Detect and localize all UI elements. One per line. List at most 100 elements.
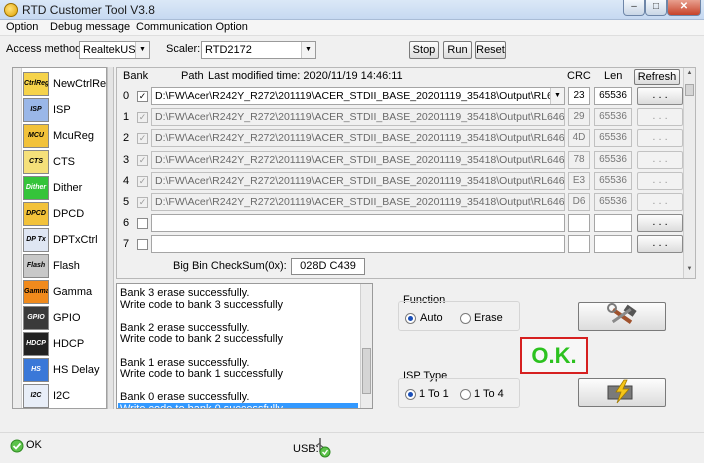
sidebar-item-label: HS Delay xyxy=(53,364,100,376)
bank-browse-button[interactable]: . . . xyxy=(637,214,683,233)
bank-browse-button: . . . xyxy=(637,108,683,127)
sidebar-item-gamma[interactable]: Gamma Gamma xyxy=(23,279,106,305)
sidebar-item-hdcp[interactable]: HDCP HDCP xyxy=(23,331,106,357)
sidebar-item-label: NewCtrlReg xyxy=(53,78,107,90)
hdcp-icon: HDCP xyxy=(23,332,49,356)
menu-bar: Option Debug message Communication Optio… xyxy=(0,20,704,36)
bank-path-field[interactable] xyxy=(151,235,565,254)
dither-icon: Dither xyxy=(23,176,49,200)
minimize-button[interactable]: – xyxy=(623,0,645,16)
function-auto-label: Auto xyxy=(420,312,443,324)
bank-number: 6 xyxy=(123,217,130,230)
bank-len-field: 65536 xyxy=(594,193,632,211)
refresh-button[interactable]: Refresh xyxy=(634,69,680,85)
bank-checkbox[interactable] xyxy=(137,239,148,251)
bank-path-field[interactable] xyxy=(151,214,565,233)
log-line[interactable]: Bank 1 erase successfully. xyxy=(120,357,249,369)
status-bar: OK USB: xyxy=(0,432,704,463)
menu-debug-message[interactable]: Debug message xyxy=(50,21,130,33)
sidebar-item-isp[interactable]: ISP ISP xyxy=(23,97,106,123)
ok-check-icon xyxy=(10,439,24,453)
bank-checkbox[interactable] xyxy=(137,218,148,230)
sidebar-item-hs-delay[interactable]: HS Delay HS Delay xyxy=(23,357,106,383)
log-line[interactable]: Write code to bank 0 successfully xyxy=(118,403,358,408)
access-method-select[interactable]: RealtekUSB ▼ xyxy=(79,41,150,59)
bank-path-field[interactable]: D:\FW\Acer\R242Y_R272\201119\ACER_STDII_… xyxy=(151,87,565,105)
log-line[interactable]: Write code to bank 1 successfully xyxy=(120,368,283,380)
bank-checkbox: ✓ xyxy=(137,197,148,208)
maximize-button[interactable]: □ xyxy=(645,0,667,16)
bank-number: 3 xyxy=(123,153,130,166)
sidebar-splitter[interactable] xyxy=(107,67,114,409)
bank-browse-button[interactable]: . . . xyxy=(637,87,683,105)
reset-button[interactable]: Reset xyxy=(475,41,506,59)
len-header: Len xyxy=(604,70,623,82)
bank-path-field: D:\FW\Acer\R242Y_R272\201119\ACER_STDII_… xyxy=(151,193,565,211)
window-title: RTD Customer Tool V3.8 xyxy=(22,3,155,17)
scaler-select[interactable]: RTD2172 ▼ xyxy=(201,41,316,59)
hammer-wrench-icon xyxy=(607,303,637,324)
sidebar-item-label: CTS xyxy=(53,156,75,168)
sidebar-item-mcureg[interactable]: MCU McuReg xyxy=(23,123,106,149)
sidebar-item-dpcd[interactable]: DPCD DPCD xyxy=(23,201,106,227)
bank-number: 4 xyxy=(123,174,130,187)
bank-len-field: 65536 xyxy=(594,87,632,105)
bank-len-field: 65536 xyxy=(594,129,632,148)
bank-browse-button[interactable]: . . . xyxy=(637,235,683,254)
sidebar-item-flash[interactable]: Flash Flash xyxy=(23,253,106,279)
bank-panel-scrollbar[interactable]: ▲ ▼ xyxy=(683,68,695,278)
tools-button[interactable] xyxy=(578,302,666,331)
log-line[interactable]: Write code to bank 2 successfully xyxy=(120,333,283,345)
chevron-down-icon: ▼ xyxy=(135,42,149,58)
sidebar-item-cts[interactable]: CTS CTS xyxy=(23,149,106,175)
log-line[interactable]: Write code to bank 3 successfully xyxy=(120,299,283,311)
log-line[interactable]: Bank 3 erase successfully. xyxy=(120,287,249,299)
bank-crc-field: D6 xyxy=(568,193,590,211)
sidebar-item-i2c[interactable]: I2C I2C xyxy=(23,383,106,408)
path-header: Path xyxy=(181,70,204,82)
bank-header: Bank xyxy=(123,70,149,82)
title-bar: RTD Customer Tool V3.8 – □ ✕ xyxy=(0,0,704,20)
bank-number: 5 xyxy=(123,196,130,208)
mcu-icon: MCU xyxy=(23,124,49,148)
app-icon xyxy=(4,3,18,17)
program-button[interactable] xyxy=(578,378,666,407)
stop-button[interactable]: Stop xyxy=(409,41,439,59)
sidebar-item-dptxctrl[interactable]: DP Tx DPTxCtrl xyxy=(23,227,106,253)
dptx-icon: DP Tx xyxy=(23,228,49,252)
isp-type-1to1-radio[interactable] xyxy=(405,389,416,400)
scroll-up-icon[interactable]: ▲ xyxy=(684,70,695,76)
close-button[interactable]: ✕ xyxy=(667,0,701,16)
sidebar-scrollbar[interactable] xyxy=(13,68,22,408)
log-line[interactable]: Bank 2 erase successfully. xyxy=(120,322,249,334)
bank-panel: Bank Path Last modified time: 2020/11/19… xyxy=(116,67,696,279)
sidebar-item-dither[interactable]: Dither Dither xyxy=(23,175,106,201)
log-line[interactable]: Bank 0 erase successfully. xyxy=(120,391,249,403)
run-button[interactable]: Run xyxy=(443,41,472,59)
sidebar-item-label: Dither xyxy=(53,182,83,194)
sidebar-item-newctrlreg[interactable]: CtrlReg NewCtrlReg xyxy=(23,71,107,97)
scroll-down-icon[interactable]: ▼ xyxy=(684,266,695,272)
log-scrollbar[interactable] xyxy=(360,284,372,408)
bank-path-field: D:\FW\Acer\R242Y_R272\201119\ACER_STDII_… xyxy=(151,171,565,190)
bank-checkbox[interactable]: ✓ xyxy=(137,91,148,102)
chevron-down-icon[interactable]: ▼ xyxy=(550,88,564,104)
sidebar-item-label: Gamma xyxy=(53,286,93,298)
ctrlreg-icon: CtrlReg xyxy=(23,72,49,96)
hs-delay-icon: HS Delay xyxy=(23,358,49,382)
menu-communication-option[interactable]: Communication Option xyxy=(136,21,248,33)
isp-type-1to4-label: 1 To 4 xyxy=(474,388,504,400)
function-erase-radio[interactable] xyxy=(460,313,471,324)
bank-len-field xyxy=(594,235,632,254)
isp-type-1to4-radio[interactable] xyxy=(460,389,471,400)
chevron-down-icon: ▼ xyxy=(301,42,315,58)
menu-option[interactable]: Option xyxy=(6,21,38,33)
bank-crc-field xyxy=(568,214,590,233)
scroll-thumb[interactable] xyxy=(685,84,694,96)
isp-type-1to1-label: 1 To 1 xyxy=(419,388,449,400)
log-scroll-thumb[interactable] xyxy=(362,348,371,394)
function-auto-radio[interactable] xyxy=(405,313,416,324)
bank-checkbox: ✓ xyxy=(137,154,148,166)
log-list[interactable]: Bank 3 erase successfully. Write code to … xyxy=(116,283,373,409)
sidebar-item-gpio[interactable]: GPIO GPIO xyxy=(23,305,106,331)
